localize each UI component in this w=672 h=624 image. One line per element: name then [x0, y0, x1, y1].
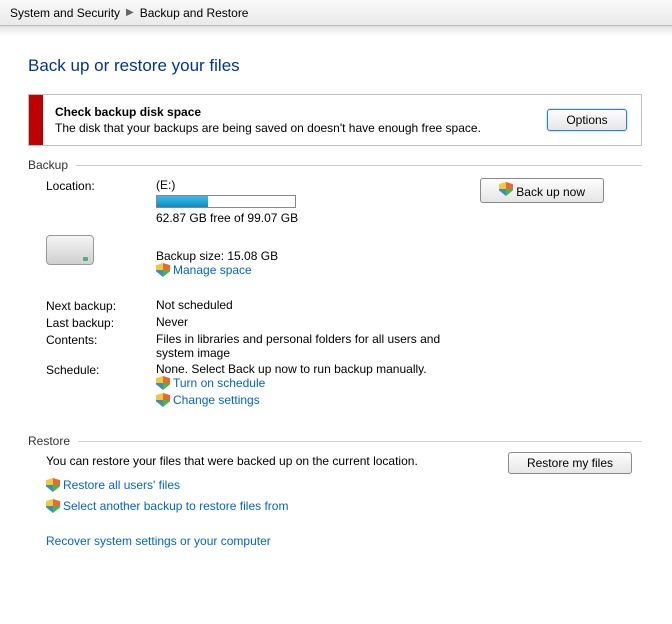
- restore-all-users-link[interactable]: Restore all users' files: [46, 478, 180, 492]
- shield-icon: [156, 263, 170, 277]
- backup-section-header: Backup: [28, 158, 642, 172]
- back-up-now-label: Back up now: [516, 185, 585, 199]
- turn-on-schedule-label: Turn on schedule: [173, 376, 265, 390]
- restore-section-label: Restore: [28, 434, 70, 448]
- last-backup-value: Never: [156, 315, 476, 329]
- location-value: (E:): [156, 178, 476, 192]
- alert-title: Check backup disk space: [55, 105, 535, 119]
- alert-box: Check backup disk space The disk that yo…: [28, 94, 642, 146]
- alert-severity-bar: [29, 95, 43, 145]
- shield-icon: [499, 182, 513, 196]
- last-backup-label: Last backup:: [46, 315, 156, 330]
- backup-size-text: Backup size: 15.08 GB: [156, 249, 476, 263]
- shield-icon: [156, 393, 170, 407]
- location-label: Location:: [46, 178, 156, 193]
- contents-label: Contents:: [46, 332, 156, 347]
- next-backup-label: Next backup:: [46, 298, 156, 313]
- restore-intro-text: You can restore your files that were bac…: [28, 454, 418, 468]
- back-up-now-button[interactable]: Back up now: [480, 178, 604, 203]
- select-another-backup-link[interactable]: Select another backup to restore files f…: [46, 499, 288, 513]
- alert-message: The disk that your backups are being sav…: [55, 121, 535, 135]
- restore-section-header: Restore: [28, 434, 642, 448]
- contents-value: Files in libraries and personal folders …: [156, 332, 476, 360]
- breadcrumb-item-system-security[interactable]: System and Security: [10, 6, 120, 20]
- change-settings-label: Change settings: [173, 393, 260, 407]
- restore-my-files-button[interactable]: Restore my files: [508, 452, 632, 474]
- next-backup-value: Not scheduled: [156, 298, 476, 312]
- breadcrumb: System and Security ▶ Backup and Restore: [0, 0, 672, 26]
- chevron-right-icon: ▶: [126, 7, 134, 18]
- drive-icon: [46, 235, 94, 265]
- select-another-backup-label: Select another backup to restore files f…: [63, 499, 288, 513]
- manage-space-label: Manage space: [173, 263, 252, 277]
- options-button[interactable]: Options: [547, 109, 627, 131]
- shield-icon: [46, 478, 60, 492]
- page-title: Back up or restore your files: [28, 56, 642, 76]
- free-space-text: 62.87 GB free of 99.07 GB: [156, 211, 476, 225]
- schedule-value: None. Select Back up now to run backup m…: [156, 362, 476, 376]
- schedule-label: Schedule:: [46, 362, 156, 377]
- disk-usage-bar: [156, 195, 296, 208]
- backup-section-label: Backup: [28, 158, 68, 172]
- manage-space-link[interactable]: Manage space: [156, 263, 252, 277]
- shield-icon: [156, 376, 170, 390]
- breadcrumb-item-backup-restore[interactable]: Backup and Restore: [140, 6, 249, 20]
- recover-system-link[interactable]: Recover system settings or your computer: [46, 534, 271, 548]
- change-settings-link[interactable]: Change settings: [156, 393, 260, 407]
- shield-icon: [46, 499, 60, 513]
- restore-all-users-label: Restore all users' files: [63, 478, 180, 492]
- toolbar-divider: [0, 26, 672, 36]
- turn-on-schedule-link[interactable]: Turn on schedule: [156, 376, 265, 390]
